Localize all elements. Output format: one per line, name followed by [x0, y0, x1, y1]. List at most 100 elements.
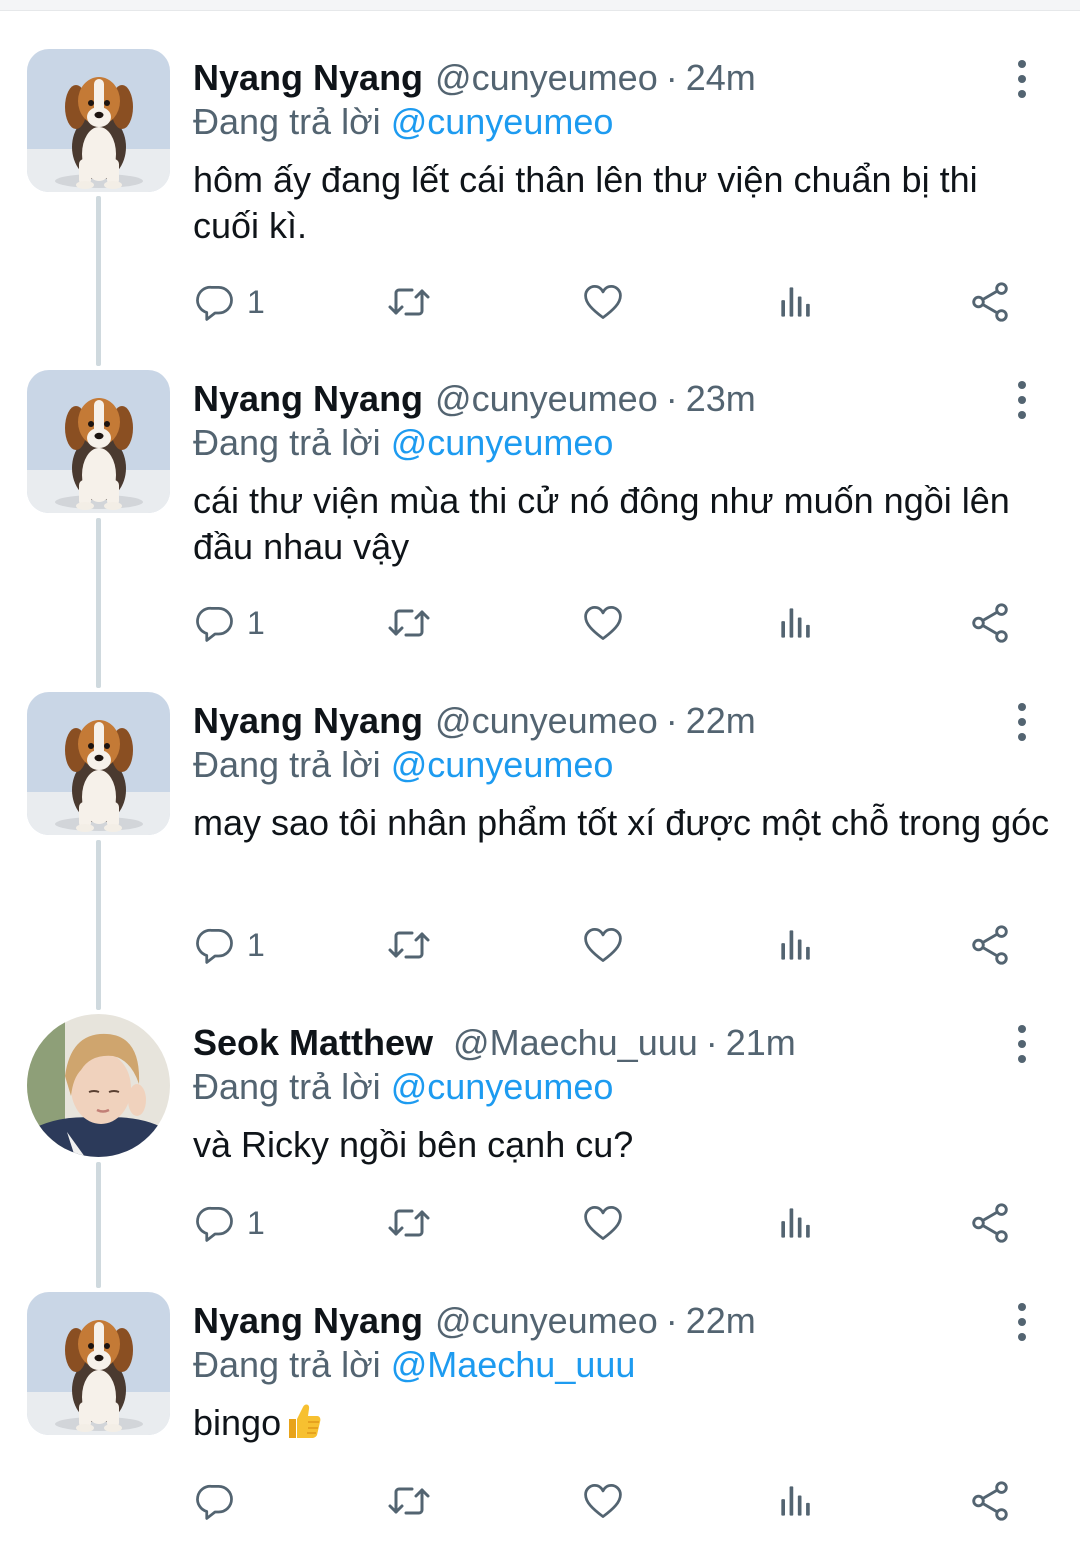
action-bar: 1: [193, 921, 1023, 969]
views-button[interactable]: [774, 599, 818, 647]
replying-to-label: Đang trả lời: [193, 744, 381, 785]
more-icon[interactable]: [1004, 55, 1040, 103]
reply-button[interactable]: 1: [193, 278, 265, 326]
tweet[interactable]: Nyang Nyang @cunyeumeo · 22m Đang trả lờ…: [0, 1292, 1080, 1542]
retweet-icon: [385, 278, 433, 326]
top-divider: [0, 0, 1080, 11]
replying-to-handle[interactable]: @Maechu_uuu: [391, 1344, 636, 1385]
more-icon[interactable]: [1004, 376, 1040, 424]
reply-count: 1: [247, 1204, 265, 1241]
user-handle[interactable]: @cunyeumeo: [435, 374, 658, 424]
timestamp[interactable]: 21m: [726, 1018, 796, 1068]
heart-icon: [581, 601, 625, 645]
more-icon[interactable]: [1004, 698, 1040, 746]
replying-to-label: Đang trả lời: [193, 1344, 381, 1385]
share-button[interactable]: [967, 921, 1013, 969]
avatar[interactable]: [27, 692, 170, 835]
views-button[interactable]: [774, 1477, 818, 1525]
share-button[interactable]: [967, 1477, 1013, 1525]
avatar[interactable]: [27, 49, 170, 192]
user-handle[interactable]: @Maechu_uuu: [453, 1018, 698, 1068]
tweet[interactable]: Nyang Nyang @cunyeumeo · 23m Đang trả lờ…: [0, 370, 1080, 670]
replying-to-handle[interactable]: @cunyeumeo: [391, 1066, 614, 1107]
heart-icon: [581, 923, 625, 967]
retweet-button[interactable]: [385, 278, 433, 326]
display-name[interactable]: Nyang Nyang: [193, 696, 423, 746]
like-button[interactable]: [581, 599, 625, 647]
like-button[interactable]: [581, 1477, 625, 1525]
views-button[interactable]: [774, 921, 818, 969]
share-icon: [967, 922, 1013, 968]
separator-dot: ·: [665, 57, 678, 98]
views-button[interactable]: [774, 1199, 818, 1247]
tweet-text: cái thư viện mùa thi cử nó đông như muốn…: [193, 480, 1010, 567]
replying-to-label: Đang trả lời: [193, 101, 381, 142]
reply-icon: [193, 1201, 237, 1245]
replying-to-label: Đang trả lời: [193, 1066, 381, 1107]
display-name[interactable]: Nyang Nyang: [193, 374, 423, 424]
timestamp[interactable]: 24m: [686, 53, 756, 103]
heart-icon: [581, 1479, 625, 1523]
action-bar: [193, 1477, 1023, 1525]
tweet[interactable]: Nyang Nyang @cunyeumeo · 24m Đang trả lờ…: [0, 49, 1080, 349]
replying-to-handle[interactable]: @cunyeumeo: [391, 101, 614, 142]
share-button[interactable]: [967, 278, 1013, 326]
share-icon: [967, 279, 1013, 325]
views-icon: [774, 923, 818, 967]
timestamp[interactable]: 22m: [686, 1296, 756, 1346]
avatar[interactable]: [27, 1292, 170, 1435]
avatar[interactable]: [27, 1014, 170, 1157]
views-icon: [774, 1201, 818, 1245]
like-button[interactable]: [581, 1199, 625, 1247]
thumbs-up-icon: [283, 1401, 323, 1441]
heart-icon: [581, 280, 625, 324]
retweet-button[interactable]: [385, 599, 433, 647]
separator-dot: ·: [705, 1022, 718, 1063]
timestamp[interactable]: 22m: [686, 696, 756, 746]
separator-dot: ·: [665, 1300, 678, 1341]
replying-to-handle[interactable]: @cunyeumeo: [391, 744, 614, 785]
like-button[interactable]: [581, 921, 625, 969]
tweet-text: hôm ấy đang lết cái thân lên thư viện ch…: [193, 159, 978, 246]
views-button[interactable]: [774, 278, 818, 326]
views-icon: [774, 601, 818, 645]
separator-dot: ·: [665, 378, 678, 419]
replying-to-label: Đang trả lời: [193, 422, 381, 463]
tweet-header: Nyang Nyang @cunyeumeo · 24m: [193, 53, 756, 103]
share-button[interactable]: [967, 599, 1013, 647]
retweet-button[interactable]: [385, 1477, 433, 1525]
reply-button[interactable]: [193, 1477, 247, 1525]
replying-to: Đang trả lời @cunyeumeo: [193, 742, 613, 788]
views-icon: [774, 280, 818, 324]
action-bar: 1: [193, 278, 1023, 326]
display-name[interactable]: Seok Matthew: [193, 1018, 433, 1068]
tweet[interactable]: Nyang Nyang @cunyeumeo · 22m Đang trả lờ…: [0, 692, 1080, 992]
reply-icon: [193, 280, 237, 324]
user-handle[interactable]: @cunyeumeo: [435, 1296, 658, 1346]
replying-to-handle[interactable]: @cunyeumeo: [391, 422, 614, 463]
tweet[interactable]: Seok Matthew @Maechu_uuu · 21m Đang trả …: [0, 1014, 1080, 1274]
more-icon[interactable]: [1004, 1020, 1040, 1068]
avatar[interactable]: [27, 370, 170, 513]
reply-button[interactable]: 1: [193, 921, 265, 969]
user-handle[interactable]: @cunyeumeo: [435, 53, 658, 103]
tweet-text: và Ricky ngồi bên cạnh cu?: [193, 1124, 634, 1165]
more-icon[interactable]: [1004, 1298, 1040, 1346]
share-icon: [967, 600, 1013, 646]
display-name[interactable]: Nyang Nyang: [193, 1296, 423, 1346]
display-name[interactable]: Nyang Nyang: [193, 53, 423, 103]
share-button[interactable]: [967, 1199, 1013, 1247]
reply-icon: [193, 923, 237, 967]
reply-button[interactable]: 1: [193, 1199, 265, 1247]
replying-to: Đang trả lời @cunyeumeo: [193, 420, 613, 466]
retweet-icon: [385, 1477, 433, 1525]
user-handle[interactable]: @cunyeumeo: [435, 696, 658, 746]
reply-icon: [193, 1479, 237, 1523]
share-icon: [967, 1478, 1013, 1524]
retweet-button[interactable]: [385, 921, 433, 969]
like-button[interactable]: [581, 278, 625, 326]
retweet-button[interactable]: [385, 1199, 433, 1247]
timestamp[interactable]: 23m: [686, 374, 756, 424]
reply-button[interactable]: 1: [193, 599, 265, 647]
tweet-header: Nyang Nyang @cunyeumeo · 22m: [193, 696, 756, 746]
